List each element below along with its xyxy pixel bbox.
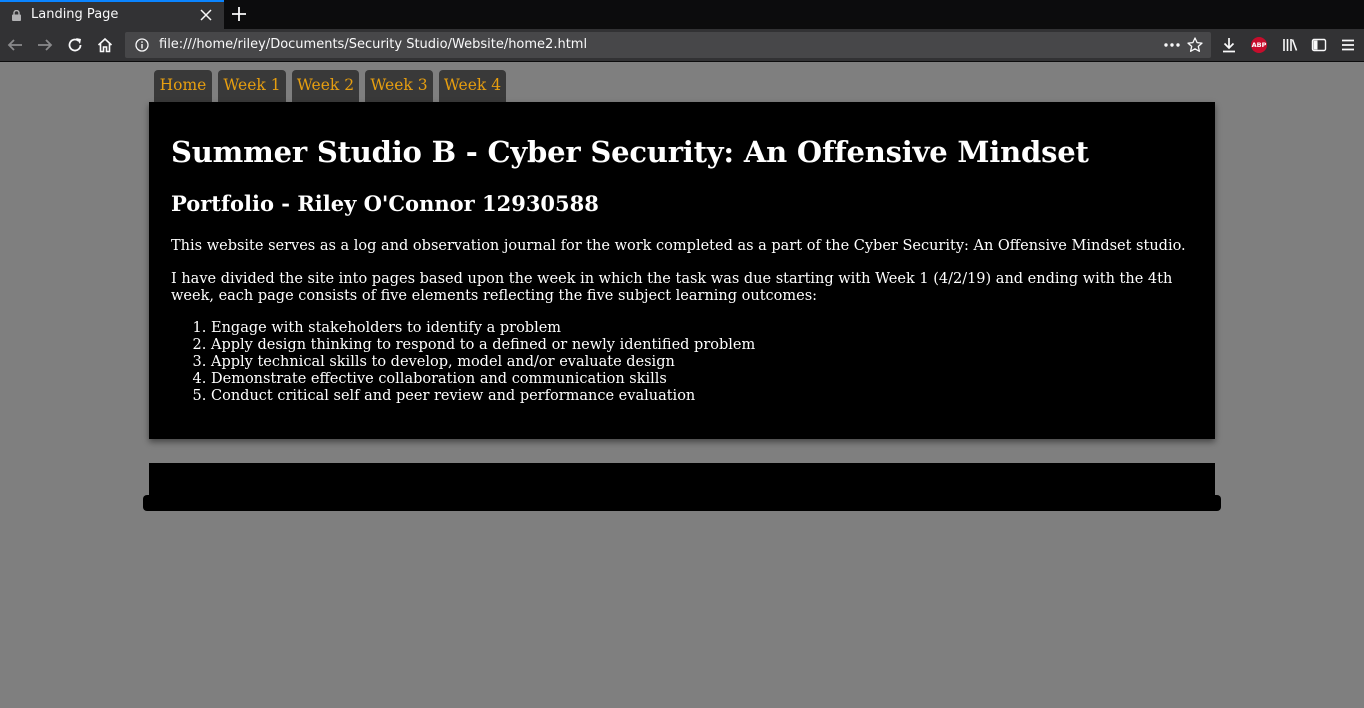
- nav-week-2[interactable]: Week 2: [292, 70, 359, 102]
- home-icon[interactable]: [97, 37, 113, 53]
- sidebar-icon[interactable]: [1311, 37, 1327, 53]
- intro-paragraph: This website serves as a log and observa…: [171, 238, 1186, 254]
- bookmark-star-icon[interactable]: [1187, 37, 1203, 53]
- forward-icon[interactable]: [37, 37, 53, 53]
- description-paragraph: I have divided the site into pages based…: [171, 271, 1173, 304]
- site-info-icon[interactable]: [135, 38, 149, 52]
- outcomes-list: Engage with stakeholders to identify a p…: [171, 320, 755, 405]
- library-icon[interactable]: [1282, 37, 1298, 53]
- browser-tab-bar: Landing Page: [0, 0, 1364, 29]
- list-item: Engage with stakeholders to identify a p…: [211, 320, 755, 337]
- tab-title: Landing Page: [31, 7, 119, 22]
- lock-icon: [12, 10, 21, 21]
- reload-icon[interactable]: [67, 37, 83, 53]
- url-text[interactable]: file:///home/riley/Documents/Security St…: [159, 37, 587, 52]
- page-title: Summer Studio B - Cyber Security: An Off…: [171, 135, 1089, 169]
- nav-week-4[interactable]: Week 4: [439, 70, 506, 102]
- address-bar[interactable]: file:///home/riley/Documents/Security St…: [125, 32, 1211, 58]
- nav-week-3[interactable]: Week 3: [365, 70, 433, 102]
- list-item: Apply technical skills to develop, model…: [211, 354, 755, 371]
- main-panel: Summer Studio B - Cyber Security: An Off…: [149, 102, 1215, 439]
- page-actions-icon[interactable]: [1163, 38, 1181, 52]
- page-subtitle: Portfolio - Riley O'Connor 12930588: [171, 191, 599, 216]
- nav-home[interactable]: Home: [154, 70, 212, 102]
- list-item: Conduct critical self and peer review an…: [211, 388, 755, 405]
- back-icon[interactable]: [7, 37, 23, 53]
- list-item: Demonstrate effective collaboration and …: [211, 371, 755, 388]
- close-tab-icon[interactable]: [200, 9, 212, 21]
- nav-week-1[interactable]: Week 1: [218, 70, 286, 102]
- new-tab-icon[interactable]: [231, 6, 247, 22]
- adblock-icon[interactable]: ABP: [1251, 37, 1267, 53]
- list-item: Apply design thinking to respond to a de…: [211, 337, 755, 354]
- browser-tab[interactable]: Landing Page: [0, 0, 224, 29]
- footer-bar: [143, 495, 1221, 511]
- downloads-icon[interactable]: [1221, 37, 1237, 53]
- menu-icon[interactable]: [1340, 37, 1356, 53]
